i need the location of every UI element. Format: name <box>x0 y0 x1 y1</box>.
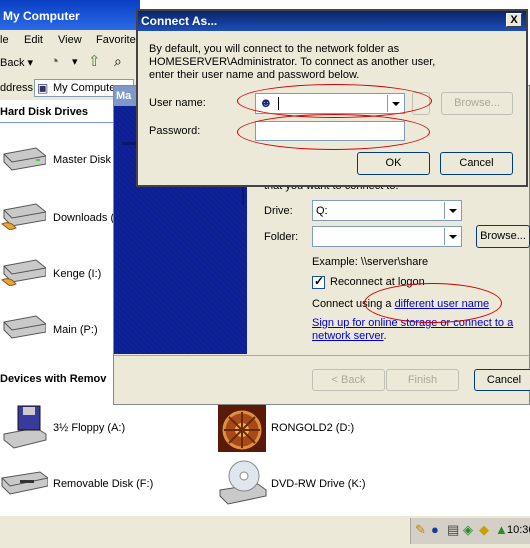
folder-label: Folder: <box>264 231 299 243</box>
drive-master-disk[interactable]: Master Disk <box>0 142 111 175</box>
device-floppy[interactable]: 3½ Floppy (A:) <box>0 404 125 453</box>
menu-view[interactable]: View <box>58 34 82 46</box>
wizard-finish-button[interactable]: Finish <box>386 369 459 391</box>
wizard-footer-divider <box>114 355 530 356</box>
annotation-ellipse <box>237 114 430 150</box>
update-icon[interactable]: ▲ <box>495 522 508 537</box>
hard-disks-heading: Hard Disk Drives <box>0 106 89 118</box>
wizard-title: Ma <box>116 90 132 102</box>
security-icon[interactable]: ◆ <box>479 522 489 538</box>
divider <box>0 122 113 123</box>
forward-dropdown-icon[interactable]: ▾ <box>72 55 78 68</box>
device-label: RONGOLD2 (D:) <box>271 422 355 434</box>
computer-icon: ▣ <box>37 81 49 95</box>
folder-browse-button[interactable]: Browse... <box>476 225 530 248</box>
removable-disk-icon <box>1 471 49 495</box>
drive-kenge[interactable]: Kenge (I:) <box>0 256 101 289</box>
username-label: User name: <box>149 97 206 109</box>
dialog-description-3: enter their user name and password below… <box>149 69 360 81</box>
hard-drive-icon <box>3 315 47 339</box>
annotation-ellipse <box>237 84 432 118</box>
drive-label: Main (P:) <box>53 324 98 336</box>
folder-example: Example: \\server\share <box>312 256 429 268</box>
wizard-back-button[interactable]: < Back <box>312 369 385 391</box>
check-icon: ✓ <box>314 274 325 288</box>
address-value: My Compute <box>53 82 116 94</box>
username-browse-button[interactable]: Browse... <box>441 92 513 115</box>
game-disc-icon <box>218 404 266 452</box>
password-label: Password: <box>149 125 201 137</box>
menu-favorites[interactable]: Favorite <box>96 34 136 46</box>
back-button[interactable]: Back ▾ <box>0 56 33 69</box>
reconnect-checkbox[interactable]: ✓ <box>312 274 325 289</box>
device-label: DVD-RW Drive (K:) <box>271 478 366 490</box>
dialog-title: Connect As... <box>141 14 218 28</box>
device-rongold2[interactable]: RONGOLD2 (D:) <box>218 404 354 455</box>
dvd-drive-icon <box>219 460 267 505</box>
drive-downloads[interactable]: Downloads ( <box>0 200 114 233</box>
address-label: ddress <box>0 82 34 94</box>
drive-main[interactable]: Main (P:) <box>0 312 98 345</box>
network-server-link[interactable]: network server <box>312 330 384 342</box>
drive-label: Downloads ( <box>53 212 115 224</box>
dialog-description-2: HOMESERVER\Administrator. To connect as … <box>149 56 436 68</box>
wizard-cancel-button[interactable]: Cancel <box>474 369 530 391</box>
network-icon[interactable]: ● <box>431 522 439 537</box>
drive-select-value: Q: <box>316 205 328 217</box>
dialog-cancel-button[interactable]: Cancel <box>440 152 513 175</box>
system-tray: ✎ ● ▤ ◈ ◆ ▲ 10:36 <box>410 518 530 544</box>
back-label: Back <box>0 57 25 69</box>
close-button[interactable]: X <box>506 13 522 27</box>
dialog-title-bar: Connect As... <box>138 11 526 31</box>
clock[interactable]: 10:36 <box>507 524 530 536</box>
hard-drive-icon <box>3 147 47 171</box>
menu-file[interactable]: le <box>0 34 9 46</box>
drive-label: Kenge (I:) <box>53 268 102 280</box>
explorer-toolbar: Back ▾ ◔ ▾ ⇧ ⌕ <box>0 50 140 77</box>
monitor-icon[interactable]: ▤ <box>447 522 459 538</box>
drive-label: Master Disk <box>53 154 112 166</box>
drive-label: Drive: <box>264 205 293 217</box>
explorer-menu-bar: le Edit View Favorite <box>0 30 140 50</box>
explorer-title-bar: My Computer <box>0 0 140 30</box>
chevron-down-icon[interactable] <box>444 202 460 219</box>
floppy-icon <box>3 405 47 449</box>
removable-heading: Devices with Remov <box>0 373 107 385</box>
ok-button[interactable]: OK <box>357 152 430 175</box>
up-folder-icon[interactable]: ⇧ <box>88 52 101 70</box>
forward-icon[interactable]: ◔ <box>50 53 59 70</box>
pencil-icon[interactable]: ✎ <box>415 522 426 538</box>
chevron-down-icon[interactable] <box>444 228 460 245</box>
device-dvd-rw[interactable]: DVD-RW Drive (K:) <box>218 458 366 509</box>
folder-combo[interactable] <box>312 226 462 247</box>
device-label: 3½ Floppy (A:) <box>53 422 126 434</box>
device-removable-disk[interactable]: Removable Disk (F:) <box>0 468 153 501</box>
close-icon: X <box>510 14 518 26</box>
signup-link-line2: network server. <box>312 330 387 342</box>
search-icon[interactable]: ⌕ <box>114 53 122 70</box>
drive-select[interactable]: Q: <box>312 200 462 221</box>
dialog-description-1: By default, you will connect to the netw… <box>149 43 400 55</box>
shared-hard-drive-icon <box>1 203 47 231</box>
wizard-title-bar: Ma <box>114 86 138 106</box>
explorer-title: My Computer <box>3 9 80 23</box>
shared-hard-drive-icon <box>1 259 47 287</box>
device-label: Removable Disk (F:) <box>53 478 154 490</box>
shield-icon[interactable]: ◈ <box>463 522 473 538</box>
menu-edit[interactable]: Edit <box>24 34 43 46</box>
annotation-ellipse <box>364 283 502 323</box>
